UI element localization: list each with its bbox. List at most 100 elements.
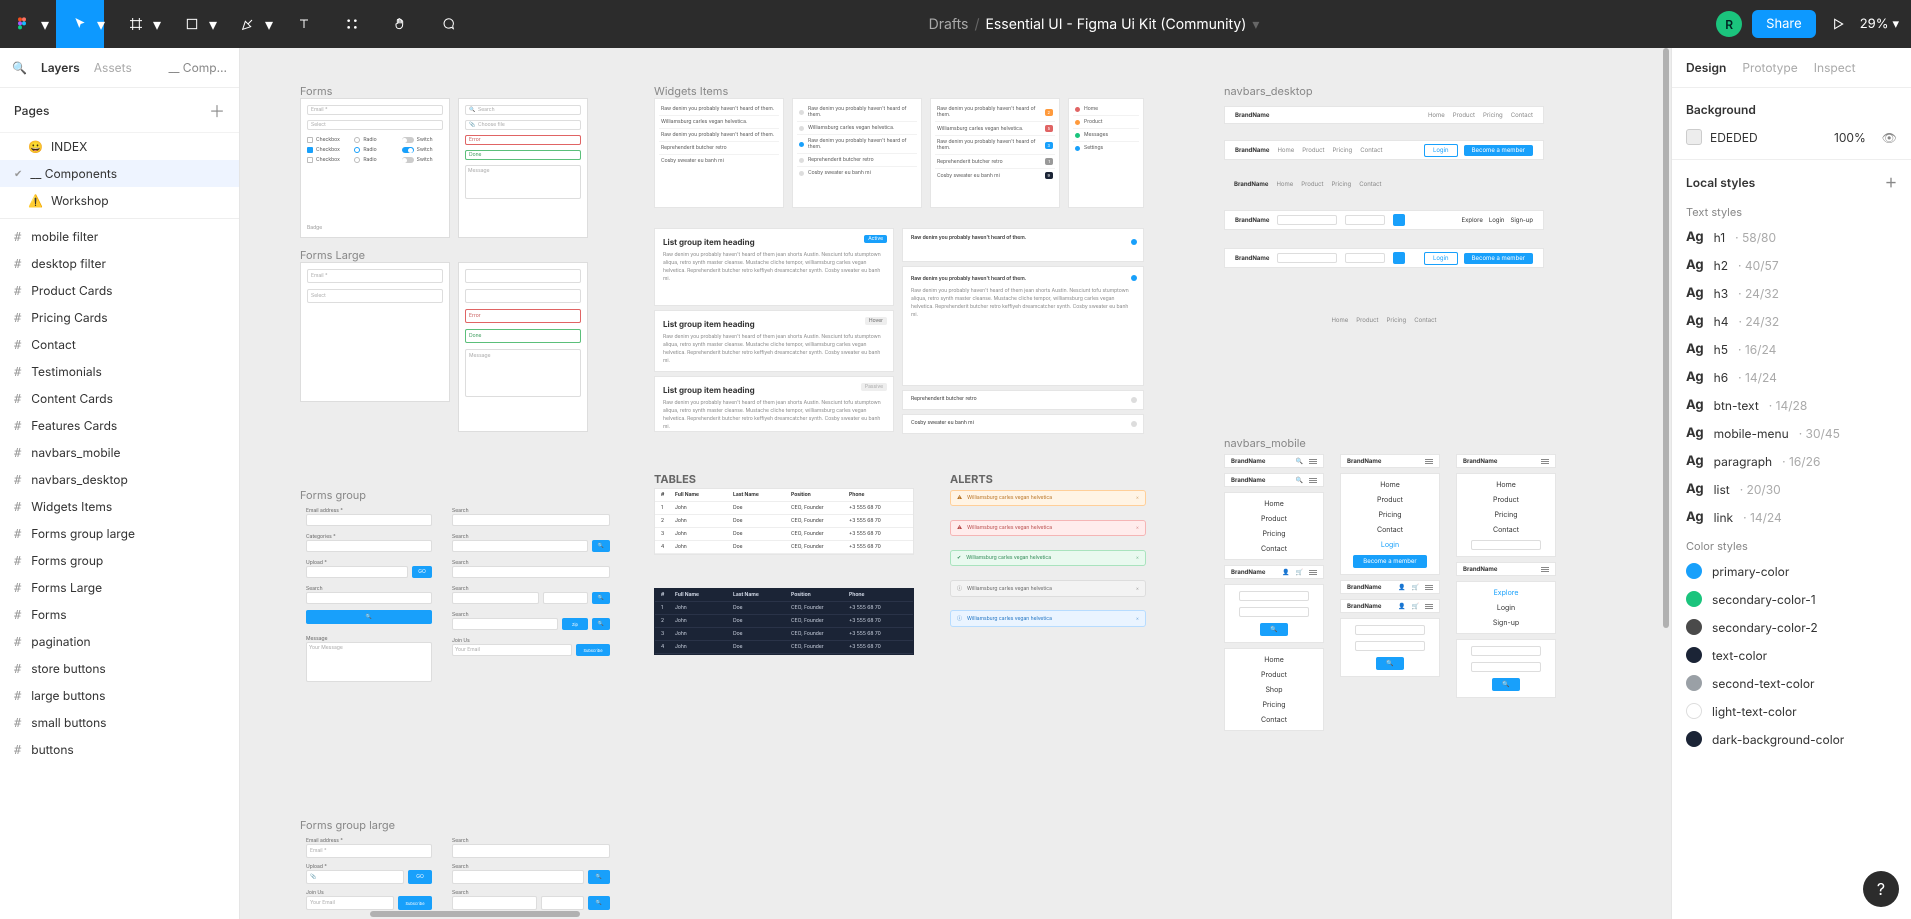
comment-tool-button[interactable] xyxy=(424,0,472,48)
frame-item[interactable]: #buttons xyxy=(0,736,239,763)
scrollbar-thumb[interactable] xyxy=(1663,48,1669,628)
artboard-forms-large-a[interactable]: Email * Select xyxy=(300,262,450,402)
frame-item[interactable]: #desktop filter xyxy=(0,250,239,277)
widget-card-3[interactable]: Raw denim you probably haven't heard of … xyxy=(930,98,1060,208)
page-workshop[interactable]: ⚠️ Workshop xyxy=(0,187,239,214)
scrollbar-thumb[interactable] xyxy=(370,911,580,917)
frame-label-nav-desktop[interactable]: navbars_desktop xyxy=(1224,84,1313,98)
filename[interactable]: Essential UI - Figma Ui Kit (Community) xyxy=(986,16,1247,33)
breadcrumb-drafts[interactable]: Drafts xyxy=(929,16,969,33)
table-light[interactable]: # Full Name Last Name Position Phone 1Jo… xyxy=(654,488,914,555)
alert-primary[interactable]: ⓘWilliamsburg carles vegan helvetica× xyxy=(950,610,1146,627)
text-style-item[interactable]: Agh6 · 14/24 xyxy=(1672,363,1911,391)
artboard-fgl-b[interactable]: Search Search 🔍 Search 🔍 xyxy=(446,832,616,919)
frame-label-forms-group[interactable]: Forms group xyxy=(300,488,366,502)
artboard-forms-a[interactable]: Email * Select Checkbox Radio Switch Che… xyxy=(300,98,450,238)
color-style-item[interactable]: second-text-color xyxy=(1672,669,1911,697)
nav-desktop-5[interactable]: BrandName LoginBecome a member xyxy=(1224,248,1544,268)
move-tool-caret[interactable]: ▾ xyxy=(96,14,106,34)
avatar[interactable]: R xyxy=(1716,11,1742,37)
text-tool-button[interactable] xyxy=(280,0,328,48)
lg-big[interactable]: Raw denim you probably haven't heard of … xyxy=(902,266,1144,386)
visibility-icon[interactable]: 👁 xyxy=(1882,130,1897,145)
alert-danger[interactable]: ⚠Williamsburg carles vegan helvetica× xyxy=(950,520,1146,536)
nav-desktop-6[interactable]: HomeProductPricingContact xyxy=(1224,312,1544,328)
frame-item[interactable]: #small buttons xyxy=(0,709,239,736)
artboard-forms-group-a[interactable]: Email address * Categories * Upload * GO… xyxy=(300,502,438,802)
background-hex[interactable]: EDEDED xyxy=(1710,130,1758,145)
frame-item[interactable]: #Forms group xyxy=(0,547,239,574)
nav-desktop-4[interactable]: BrandName ExploreLoginSign-up xyxy=(1224,210,1544,230)
text-style-item[interactable]: Agparagraph · 16/26 xyxy=(1672,447,1911,475)
alert-warning[interactable]: ⚠Williamsburg carles vegan helvetica× xyxy=(950,490,1146,506)
frames-list[interactable]: #mobile filter#desktop filter#Product Ca… xyxy=(0,223,239,919)
alert-success[interactable]: ✔Williamsburg carles vegan helvetica× xyxy=(950,550,1146,566)
page-components[interactable]: ✔ __ Components xyxy=(0,160,239,187)
nav-mobile-col-2[interactable]: BrandName Home Product Pricing Contact L… xyxy=(1340,454,1440,677)
search-icon[interactable]: 🔍 xyxy=(12,60,27,75)
nav-desktop-3[interactable]: BrandName HomeProductPricingContact xyxy=(1224,176,1544,192)
nav-desktop-1[interactable]: BrandName HomeProductPricingContact xyxy=(1224,106,1544,124)
color-style-item[interactable]: secondary-color-2 xyxy=(1672,613,1911,641)
shape-tool-caret[interactable]: ▾ xyxy=(208,14,218,34)
artboard-forms-b[interactable]: 🔍 Search 📎 Choose file Error Done Messag… xyxy=(458,98,588,238)
tab-prototype[interactable]: Prototype xyxy=(1742,60,1797,75)
topbar-title[interactable]: Drafts / Essential UI - Figma Ui Kit (Co… xyxy=(472,16,1716,33)
canvas[interactable]: Forms Email * Select Checkbox Radio Swit… xyxy=(240,48,1671,919)
frame-item[interactable]: #Forms group large xyxy=(0,520,239,547)
close-icon[interactable]: × xyxy=(1136,586,1139,592)
frame-label-forms-large[interactable]: Forms Large xyxy=(300,248,365,262)
alert-neutral[interactable]: ⓘWilliamsburg carles vegan helvetica× xyxy=(950,580,1146,597)
frame-item[interactable]: #navbars_mobile xyxy=(0,439,239,466)
nav-desktop-2[interactable]: BrandName HomeProductPricingContact Logi… xyxy=(1224,140,1544,160)
background-swatch[interactable] xyxy=(1686,129,1702,145)
add-page-button[interactable]: ＋ xyxy=(209,98,225,122)
frame-item[interactable]: #navbars_desktop xyxy=(0,466,239,493)
text-style-item[interactable]: Agh2 · 40/57 xyxy=(1672,251,1911,279)
close-icon[interactable]: × xyxy=(1136,525,1139,531)
color-style-item[interactable]: primary-color xyxy=(1672,557,1911,585)
lg-line3[interactable]: Cosby sweater eu banh mi xyxy=(902,414,1144,434)
frame-item[interactable]: #store buttons xyxy=(0,655,239,682)
widget-card-1[interactable]: Raw denim you probably haven't heard of … xyxy=(654,98,784,208)
table-dark[interactable]: # Full Name Last Name Position Phone 1Jo… xyxy=(654,588,914,655)
zoom-control[interactable]: 29%▾ xyxy=(1860,16,1899,32)
text-style-item[interactable]: Agh3 · 24/32 xyxy=(1672,279,1911,307)
close-icon[interactable]: × xyxy=(1136,555,1139,561)
background-opacity[interactable]: 100% xyxy=(1834,130,1866,145)
canvas-horizontal-scrollbar[interactable] xyxy=(240,909,1671,919)
page-index[interactable]: 😀 INDEX xyxy=(0,133,239,160)
close-icon[interactable]: × xyxy=(1136,495,1139,501)
artboard-fgl-a[interactable]: Email address * Email * Upload * 📎GO Joi… xyxy=(300,832,438,919)
nav-mobile-col-1[interactable]: BrandName🔍 BrandName🔍 Home Product Prici… xyxy=(1224,454,1324,731)
text-style-item[interactable]: Agmobile-menu · 30/45 xyxy=(1672,419,1911,447)
frame-item[interactable]: #Pricing Cards xyxy=(0,304,239,331)
text-style-item[interactable]: Agh5 · 16/24 xyxy=(1672,335,1911,363)
add-style-button[interactable]: ＋ xyxy=(1885,174,1897,191)
color-style-item[interactable]: dark-background-color xyxy=(1672,725,1911,753)
resources-button[interactable] xyxy=(328,0,376,48)
frame-label-forms[interactable]: Forms xyxy=(300,84,332,98)
text-style-item[interactable]: Agh4 · 24/32 xyxy=(1672,307,1911,335)
color-style-item[interactable]: text-color xyxy=(1672,641,1911,669)
frame-item[interactable]: #Widgets Items xyxy=(0,493,239,520)
tab-assets[interactable]: Assets xyxy=(94,60,132,75)
nav-mobile-col-3[interactable]: BrandName Home Product Pricing Contact B… xyxy=(1456,454,1556,698)
frame-item[interactable]: #Features Cards xyxy=(0,412,239,439)
artboard-forms-large-b[interactable]: Error Done Message xyxy=(458,262,588,432)
frame-label-tables[interactable]: TABLES xyxy=(654,472,696,486)
widget-card-side[interactable]: Home Product Messages Settings xyxy=(1068,98,1144,208)
lg-line1[interactable]: Raw denim you probably haven't heard of … xyxy=(902,228,1144,262)
frame-label-widgets[interactable]: Widgets Items xyxy=(654,84,728,98)
help-button[interactable]: ? xyxy=(1863,871,1899,907)
text-style-item[interactable]: Agbtn-text · 14/28 xyxy=(1672,391,1911,419)
pen-tool-caret[interactable]: ▾ xyxy=(264,14,274,34)
frame-item[interactable]: #Contact xyxy=(0,331,239,358)
frame-label-alerts[interactable]: ALERTS xyxy=(950,472,993,486)
frame-item[interactable]: #pagination xyxy=(0,628,239,655)
artboard-forms-group-b[interactable]: Search Search 🔍 Search Search 🔍 Search Z… xyxy=(446,502,616,772)
text-style-item[interactable]: Aglist · 20/30 xyxy=(1672,475,1911,503)
lg-line2[interactable]: Reprehenderit butcher retro xyxy=(902,390,1144,410)
frame-item[interactable]: #Forms Large xyxy=(0,574,239,601)
color-style-item[interactable]: secondary-color-1 xyxy=(1672,585,1911,613)
